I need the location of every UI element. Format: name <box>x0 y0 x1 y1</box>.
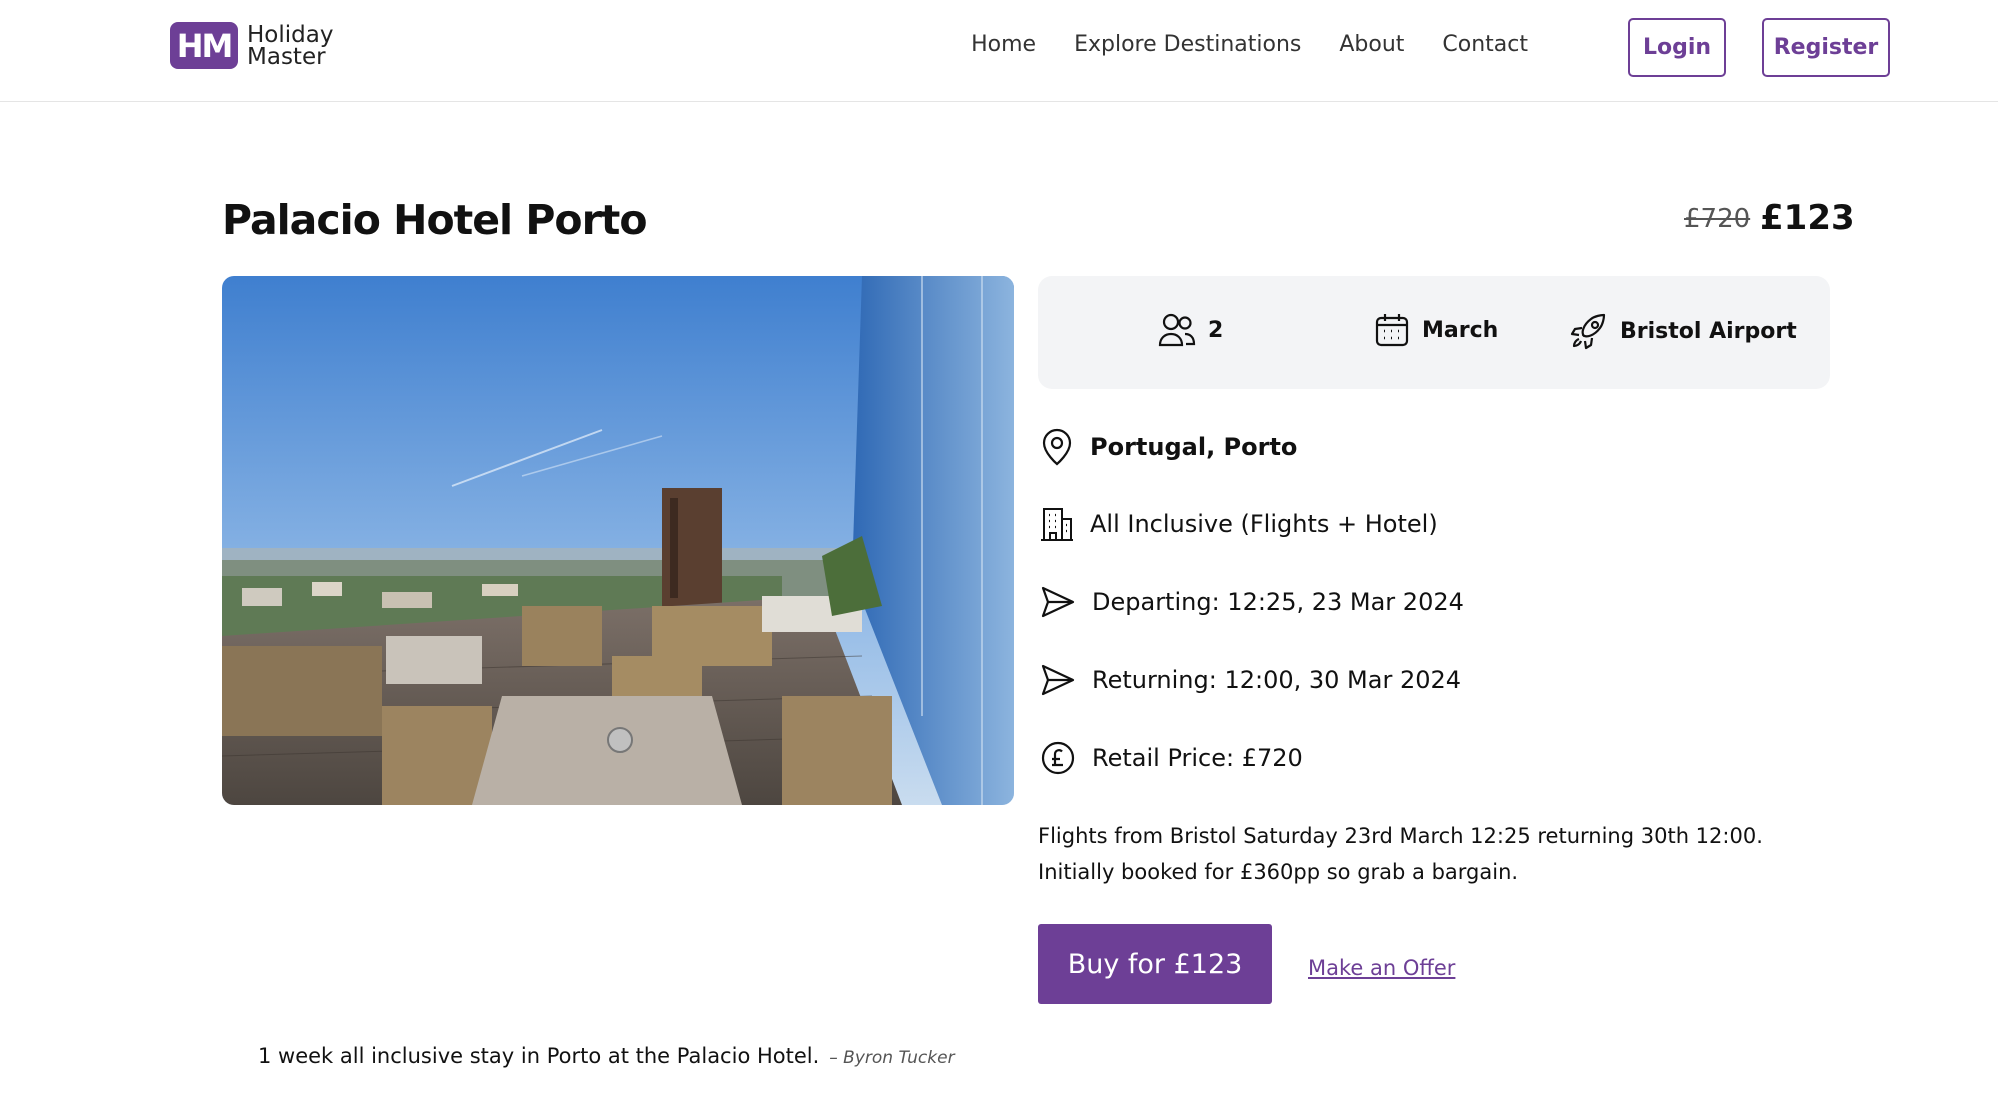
rocket-icon <box>1570 312 1608 350</box>
make-offer-link[interactable]: Make an Offer <box>1308 956 1455 980</box>
retail-price-text: Retail Price: £720 <box>1092 744 1303 772</box>
description-line-1: Flights from Bristol Saturday 23rd March… <box>1038 824 1763 848</box>
nav-explore-destinations[interactable]: Explore Destinations <box>1074 32 1301 57</box>
sale-price: £123 <box>1760 198 1855 238</box>
retail-price-row: Retail Price: £720 <box>1040 740 1303 776</box>
quote-text: 1 week all inclusive stay in Porto at th… <box>258 1044 820 1068</box>
description-line-2: Initially booked for £360pp so grab a ba… <box>1038 860 1519 884</box>
logo[interactable]: HM Holiday Master <box>170 22 333 69</box>
calendar-icon <box>1374 312 1410 348</box>
location-row: Portugal, Porto <box>1040 428 1297 466</box>
register-button[interactable]: Register <box>1762 18 1890 77</box>
package-text: All Inclusive (Flights + Hotel) <box>1090 510 1438 538</box>
nav-home[interactable]: Home <box>971 32 1036 57</box>
departing-text: Departing: 12:25, 23 Mar 2024 <box>1092 588 1464 616</box>
building-icon <box>1040 506 1074 542</box>
buy-button[interactable]: Buy for £123 <box>1038 924 1272 1004</box>
departure-airport: Bristol Airport <box>1620 318 1797 344</box>
logo-text: Holiday Master <box>247 21 334 70</box>
listing-quote: 1 week all inclusive stay in Porto at th… <box>258 1044 955 1068</box>
page-title: Palacio Hotel Porto <box>222 196 648 244</box>
package-row: All Inclusive (Flights + Hotel) <box>1040 506 1438 542</box>
original-price: £720 <box>1684 204 1751 234</box>
listing-description: Flights from Bristol Saturday 23rd March… <box>1038 818 1818 890</box>
logo-line-1: Holiday <box>247 21 334 48</box>
logo-mark: HM <box>170 22 238 69</box>
login-button[interactable]: Login <box>1628 18 1726 77</box>
main-nav: Home Explore Destinations About Contact <box>971 32 1528 57</box>
logo-line-2: Master <box>247 43 326 70</box>
pound-circle-icon <box>1040 740 1076 776</box>
hotel-photo <box>222 276 1014 805</box>
send-icon <box>1040 584 1076 620</box>
airport-info: Bristol Airport <box>1570 312 1797 350</box>
travel-month: March <box>1422 317 1499 343</box>
quote-author: – Byron Tucker <box>829 1048 955 1068</box>
guests-info: 2 <box>1158 312 1223 348</box>
nav-about[interactable]: About <box>1339 32 1404 57</box>
month-info: March <box>1374 312 1498 348</box>
users-icon <box>1158 312 1196 348</box>
guests-count: 2 <box>1208 317 1224 343</box>
location-text: Portugal, Porto <box>1090 433 1298 461</box>
returning-text: Returning: 12:00, 30 Mar 2024 <box>1092 666 1462 694</box>
departing-row: Departing: 12:25, 23 Mar 2024 <box>1040 584 1464 620</box>
map-pin-icon <box>1040 428 1074 466</box>
returning-row: Returning: 12:00, 30 Mar 2024 <box>1040 662 1461 698</box>
trip-summary: 2 March Bristol Airport <box>1038 276 1830 389</box>
nav-contact[interactable]: Contact <box>1442 32 1528 57</box>
send-icon <box>1040 662 1076 698</box>
site-header: HM Holiday Master Home Explore Destinati… <box>0 0 1998 102</box>
